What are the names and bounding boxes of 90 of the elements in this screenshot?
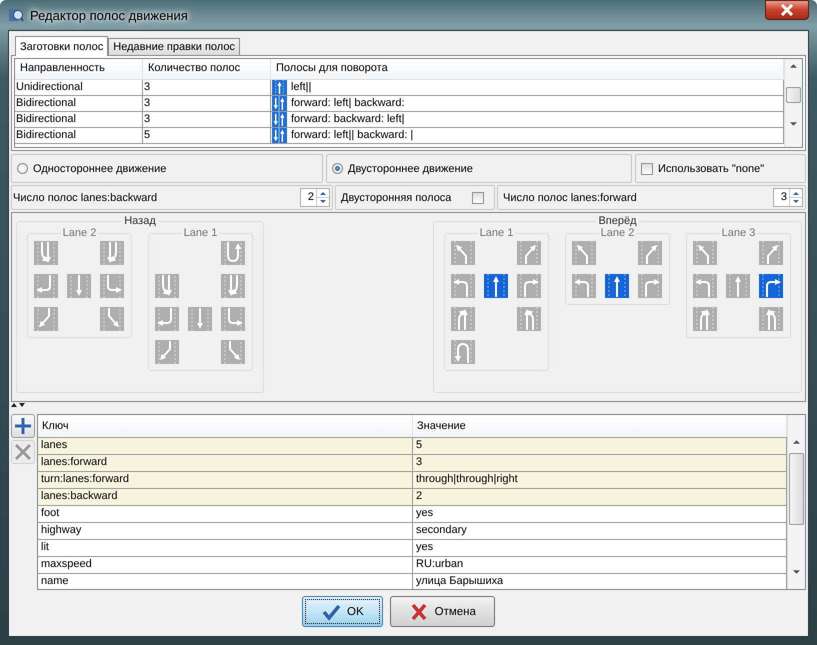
scrollbar[interactable] [787, 415, 805, 589]
table-cell: 3 [143, 80, 271, 95]
table-cell: 5 [143, 128, 271, 143]
turn-arrow-button[interactable] [693, 307, 717, 331]
turn-arrow-button[interactable] [221, 241, 245, 265]
scroll-thumb[interactable] [786, 87, 801, 103]
table-cell: left|| [291, 80, 312, 95]
checkbox-option[interactable]: Двусторонняя полоса [335, 185, 495, 210]
turn-arrow-button[interactable] [188, 307, 212, 331]
window-title: Редактор полос движения [30, 8, 188, 22]
group-title: Назад [123, 215, 157, 227]
turn-arrow-button[interactable] [572, 274, 596, 298]
turn-arrow-button[interactable] [221, 307, 245, 331]
turn-arrow-button[interactable] [100, 307, 124, 331]
turn-arrow-button[interactable] [100, 274, 124, 298]
scroll-down-icon[interactable] [793, 569, 800, 575]
turn-arrow-button[interactable] [34, 274, 58, 298]
lanes-icon [272, 112, 287, 127]
lanes-icon [272, 96, 287, 111]
turn-arrow-button[interactable] [451, 274, 475, 298]
table-cell: forward: backward: left| [291, 112, 405, 127]
table-cell: forward: left| backward: [291, 96, 405, 111]
turn-arrow-button[interactable] [155, 274, 179, 298]
tab[interactable]: Недавние правки полос [108, 38, 240, 55]
turn-arrow-button[interactable] [484, 274, 508, 298]
scroll-thumb[interactable] [789, 453, 804, 525]
table-cell: 3 [143, 112, 271, 127]
splitter-arrows-icon[interactable] [11, 402, 25, 408]
table-cell: Unidirectional [15, 80, 143, 95]
table-cell: forward: left|| backward: | [291, 128, 414, 143]
table-cell: name [38, 574, 413, 589]
column-header[interactable]: Направленность [15, 59, 143, 79]
checkbox-option[interactable]: Использовать "none" [635, 154, 806, 183]
close-button[interactable] [765, 0, 809, 20]
field-label: Число полос lanes:forward [503, 192, 637, 204]
scroll-up-icon[interactable] [793, 439, 800, 445]
turn-arrow-button[interactable] [726, 274, 750, 298]
turn-arrow-button[interactable] [572, 241, 596, 265]
add-button[interactable] [11, 414, 35, 438]
turn-arrow-button[interactable] [451, 307, 475, 331]
tab[interactable]: Заготовки полос [15, 36, 108, 56]
turn-arrow-button[interactable] [517, 307, 541, 331]
turn-arrow-button[interactable] [67, 274, 91, 298]
table-cell: 3 [143, 96, 271, 111]
turn-arrow-button[interactable] [759, 241, 783, 265]
table-cell: Bidirectional [15, 96, 143, 111]
turn-arrow-button[interactable] [759, 307, 783, 331]
turn-arrow-button[interactable] [221, 274, 245, 298]
group-title: Вперёд [597, 215, 638, 227]
lane-title: Lane 3 [720, 227, 756, 239]
turn-arrow-button[interactable] [693, 241, 717, 265]
ok-button[interactable]: OK [302, 596, 383, 627]
turn-arrow-button[interactable] [155, 340, 179, 364]
turn-arrow-button[interactable] [34, 307, 58, 331]
table-cell: Bidirectional [15, 112, 143, 127]
lane-title: Lane 2 [62, 227, 98, 239]
turn-arrow-button[interactable] [517, 241, 541, 265]
turn-arrow-button[interactable] [221, 340, 245, 364]
turn-arrow-button[interactable] [605, 274, 629, 298]
turn-arrow-button[interactable] [759, 274, 783, 298]
spin-field[interactable]: 3 [773, 188, 803, 207]
turn-arrow-button[interactable] [517, 274, 541, 298]
turn-arrow-button[interactable] [100, 241, 124, 265]
turn-arrow-button[interactable] [638, 241, 662, 265]
turn-arrow-button[interactable] [693, 274, 717, 298]
scrollbar[interactable] [784, 59, 802, 147]
lane-title: Lane 1 [478, 227, 514, 239]
spin-field[interactable]: 2 [300, 188, 330, 207]
app-icon [8, 7, 24, 23]
field-label: Число полос lanes:backward [13, 192, 158, 204]
scroll-up-icon[interactable] [790, 63, 797, 69]
turn-arrow-button[interactable] [451, 241, 475, 265]
cancel-button[interactable]: Отмена [390, 596, 495, 627]
delete-button[interactable] [11, 440, 35, 464]
scroll-down-icon[interactable] [790, 121, 797, 127]
radio-option[interactable]: Двустороннее движение [326, 154, 632, 183]
turn-arrow-button[interactable] [34, 241, 58, 265]
close-icon [780, 4, 794, 16]
lane-title: Lane 1 [182, 227, 218, 239]
column-header[interactable]: Количество полос [143, 59, 271, 79]
delete-icon [13, 442, 33, 462]
radio-option[interactable]: Одностороннее движение [11, 154, 323, 183]
turn-arrow-button[interactable] [638, 274, 662, 298]
table-cell: Bidirectional [15, 128, 143, 143]
lanes-icon [272, 128, 287, 143]
turn-arrow-button[interactable] [451, 340, 475, 364]
plus-icon [13, 416, 33, 436]
turn-arrow-button[interactable] [155, 307, 179, 331]
lane-title: Lane 2 [600, 227, 636, 239]
lanes-icon [272, 80, 287, 95]
